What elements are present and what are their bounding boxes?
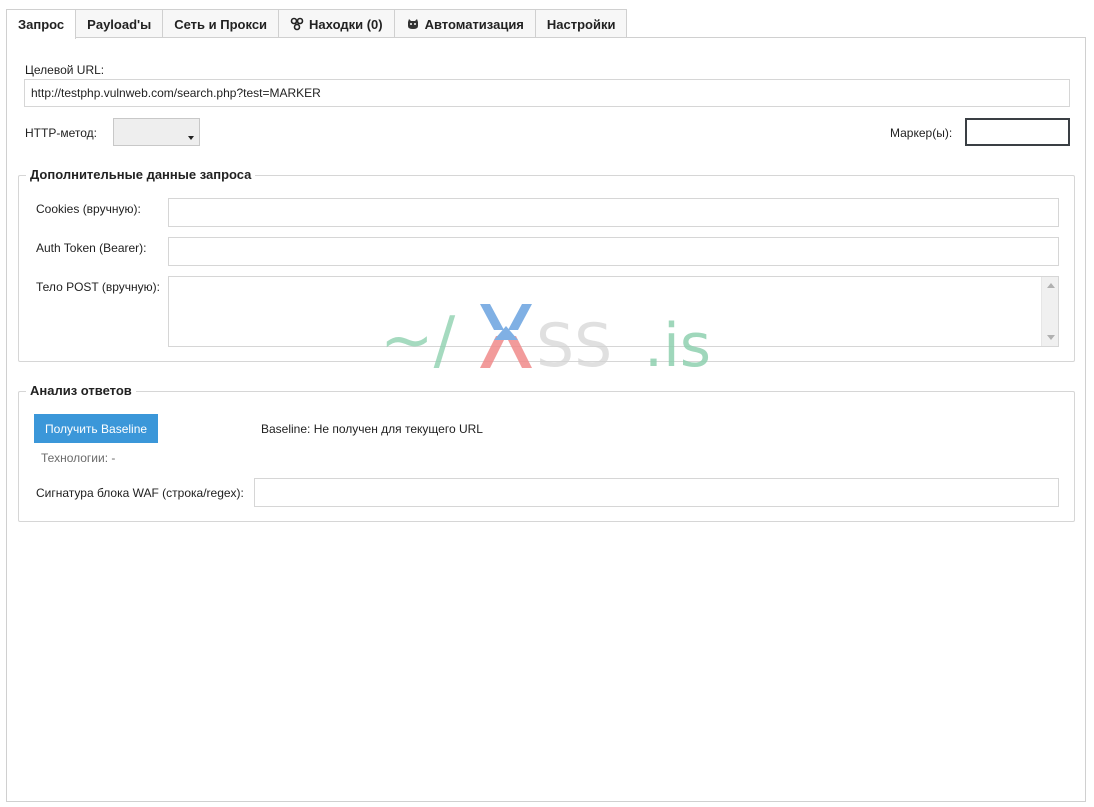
- extra-request-legend: Дополнительные данные запроса: [26, 167, 256, 182]
- scroll-up-icon[interactable]: [1047, 283, 1055, 288]
- scroll-down-icon[interactable]: [1047, 335, 1055, 340]
- tab-label: Находки (0): [309, 16, 383, 32]
- textarea-scrollbar[interactable]: [1041, 277, 1058, 346]
- cookies-input[interactable]: [168, 198, 1059, 227]
- tab-label: Автоматизация: [424, 16, 524, 32]
- target-url-input[interactable]: [24, 79, 1070, 107]
- tab-automation[interactable]: Автоматизация: [393, 9, 536, 38]
- http-method-label: HTTP-метод:: [25, 126, 97, 140]
- waf-signature-input[interactable]: [254, 478, 1059, 507]
- baseline-status: Baseline: Не получен для текущего URL: [261, 422, 483, 436]
- tab-label: Настройки: [546, 16, 616, 32]
- cookies-label: Cookies (вручную):: [36, 202, 141, 216]
- findings-icon: [290, 17, 304, 31]
- technologies-text: Технологии: -: [41, 451, 116, 465]
- auth-token-label: Auth Token (Bearer):: [36, 241, 147, 255]
- tab-bar: Запрос Payload'ы Сеть и Прокси Находки (…: [6, 9, 628, 39]
- analysis-legend: Анализ ответов: [26, 383, 136, 398]
- request-panel: Целевой URL: HTTP-метод: Маркер(ы): Допо…: [6, 37, 1086, 802]
- post-body-label: Тело POST (вручную):: [36, 280, 160, 294]
- marker-label: Маркер(ы):: [890, 126, 953, 140]
- http-method-select[interactable]: [113, 118, 200, 146]
- auth-token-input[interactable]: [168, 237, 1059, 266]
- marker-input[interactable]: [965, 118, 1070, 146]
- post-body-textarea[interactable]: [168, 276, 1059, 347]
- tab-label: Запрос: [18, 17, 65, 32]
- target-url-label: Целевой URL:: [25, 63, 105, 77]
- automation-icon: [406, 17, 420, 31]
- get-baseline-button[interactable]: Получить Baseline: [34, 414, 158, 443]
- chevron-down-icon: [188, 136, 194, 140]
- waf-signature-label: Сигнатура блока WAF (строка/regex):: [36, 486, 244, 500]
- tab-label: Payload'ы: [87, 16, 152, 32]
- tab-network-proxy[interactable]: Сеть и Прокси: [162, 9, 280, 38]
- tab-findings[interactable]: Находки (0): [278, 9, 395, 38]
- tab-label: Сеть и Прокси: [174, 16, 268, 32]
- tab-request[interactable]: Запрос: [6, 9, 77, 39]
- tab-payloads[interactable]: Payload'ы: [75, 9, 164, 38]
- tab-settings[interactable]: Настройки: [534, 9, 628, 38]
